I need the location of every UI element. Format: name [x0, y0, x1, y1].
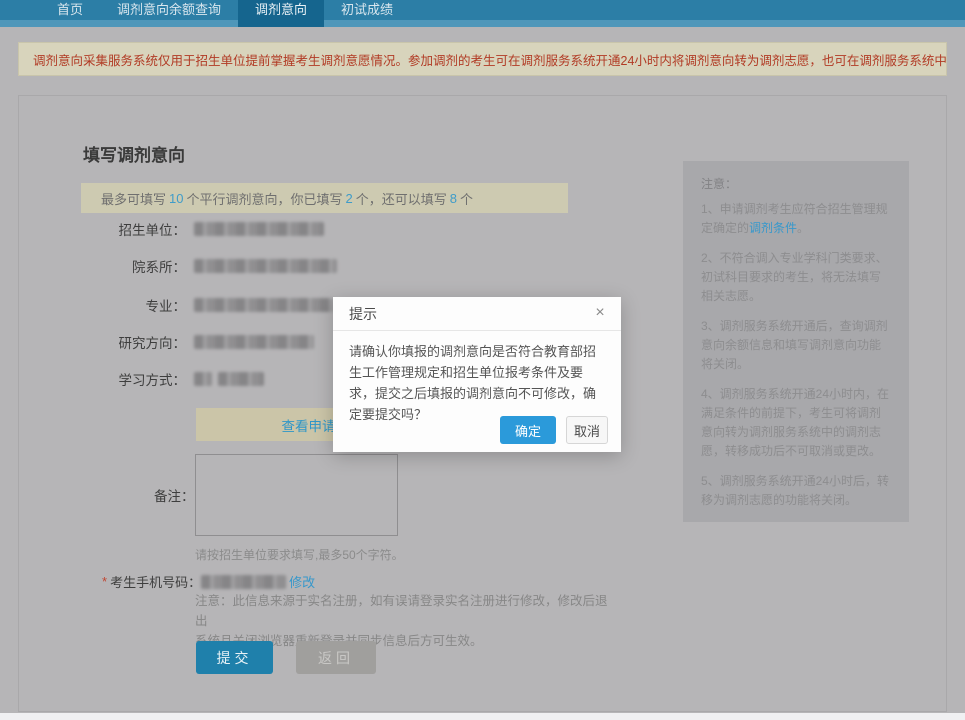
tab-home[interactable]: 首页 [40, 0, 100, 27]
back-button[interactable]: 返回 [296, 641, 376, 674]
tab-adjustment-intention[interactable]: 调剂意向 [238, 0, 324, 27]
note-text: 。 [797, 221, 809, 235]
required-asterisk: * [102, 574, 107, 589]
field-label: 招生单位： [19, 219, 186, 239]
adjustment-conditions-link[interactable]: 调剂条件 [749, 221, 797, 235]
dialog-body: 请确认你填报的调剂意向是否符合教育部招生工作管理规定和招生单位报考条件及要求，提… [333, 331, 621, 425]
redacted-value [194, 335, 314, 349]
modify-phone-link[interactable]: 修改 [289, 572, 315, 591]
quota-text: 最多可填写 [101, 189, 166, 208]
top-nav: 首页 调剂意向余额查询 调剂意向 初试成绩 [0, 0, 965, 27]
quota-text: 个，还可以填写 [356, 189, 447, 208]
note-item-2: 2、不符合调入专业学科门类要求、初试科目要求的考生，将无法填写相关志愿。 [701, 249, 891, 306]
phone-label: 考生手机号码： [110, 572, 201, 591]
redacted-value [194, 372, 212, 386]
note-item-1: 1、申请调剂考生应符合招生管理规定确定的调剂条件。 [701, 200, 891, 238]
notice-banner: 调剂意向采集服务系统仅用于招生单位提前掌握考生调剂意愿情况。参加调剂的考生可在调… [18, 42, 947, 76]
cancel-button[interactable]: 取消 [566, 416, 608, 444]
dialog-footer: 确定 取消 [500, 416, 608, 444]
quota-text: 个平行调剂意向，你已填写 [186, 189, 342, 208]
remark-hint: 请按招生单位要求填写,最多50个字符。 [195, 546, 404, 563]
remark-label: 备注： [154, 485, 195, 505]
quota-filled: 2 [343, 191, 356, 206]
field-row-research-direction: 研究方向： [19, 333, 314, 351]
field-row-department: 院系所： [19, 257, 337, 275]
redacted-value [194, 298, 334, 312]
field-label: 研究方向： [19, 332, 186, 352]
confirm-dialog: 提示 × 请确认你填报的调剂意向是否符合教育部招生工作管理规定和招生单位报考条件… [333, 297, 621, 452]
bottom-strip [0, 713, 965, 720]
phone-note-line1: 注意：此信息来源于实名注册，如有误请登录实名注册进行修改，修改后退出 [195, 591, 615, 631]
nav-tabs: 首页 调剂意向余额查询 调剂意向 初试成绩 [40, 0, 410, 27]
close-icon[interactable]: × [591, 304, 609, 322]
dialog-title: 提示 [349, 304, 377, 324]
tab-exam-score[interactable]: 初试成绩 [324, 0, 410, 27]
notes-title: 注意： [701, 175, 891, 194]
remark-textarea[interactable] [195, 454, 398, 536]
redacted-phone-value [201, 575, 286, 589]
field-label: 专业： [19, 295, 186, 315]
tab-quota-query[interactable]: 调剂意向余额查询 [100, 0, 238, 27]
field-label: 院系所： [19, 256, 186, 276]
quota-max: 10 [166, 191, 186, 206]
confirm-button[interactable]: 确定 [500, 416, 556, 444]
note-item-4: 4、调剂服务系统开通24小时内，在满足条件的前提下，考生可将调剂意向转为调剂服务… [701, 385, 891, 461]
submit-button[interactable]: 提交 [196, 641, 273, 674]
page-title: 填写调剂意向 [83, 141, 185, 166]
quota-info-bar: 最多可填写 10 个平行调剂意向，你已填写 2 个，还可以填写 8 个 [81, 183, 568, 213]
note-item-5: 5、调剂服务系统开通24小时后，转移为调剂志愿的功能将关闭。 [701, 472, 891, 510]
field-row-study-mode: 学习方式： [19, 370, 264, 388]
phone-row: * 考生手机号码： 修改 [102, 572, 315, 591]
notice-banner-text: 调剂意向采集服务系统仅用于招生单位提前掌握考生调剂意愿情况。参加调剂的考生可在调… [33, 50, 947, 69]
field-row-major: 专业： [19, 296, 334, 314]
note-item-3: 3、调剂服务系统开通后，查询调剂意向余额信息和填写调剂意向功能将关闭。 [701, 317, 891, 374]
field-row-unit: 招生单位： [19, 220, 324, 238]
redacted-value [194, 222, 324, 236]
field-label: 学习方式： [19, 369, 186, 389]
quota-remaining: 8 [447, 191, 460, 206]
dialog-header: 提示 × [333, 297, 621, 331]
notes-sidebar: 注意： 1、申请调剂考生应符合招生管理规定确定的调剂条件。 2、不符合调入专业学… [683, 161, 909, 522]
redacted-value [194, 259, 337, 273]
quota-text: 个 [460, 189, 473, 208]
redacted-value [218, 372, 264, 386]
